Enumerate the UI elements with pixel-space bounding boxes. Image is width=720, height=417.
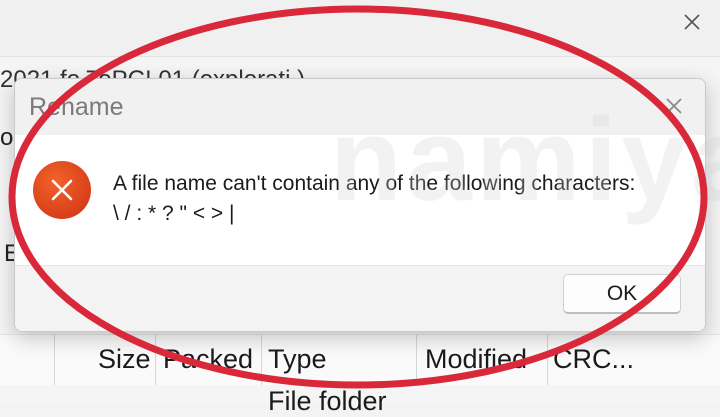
column-header-modified[interactable]: Modified <box>425 344 527 375</box>
column-header-crc[interactable]: CRC... <box>553 344 634 375</box>
dialog-body: A file name can't contain any of the fol… <box>15 135 705 265</box>
column-header-packed[interactable]: Packed <box>163 344 253 375</box>
background-side-letter-top: o <box>0 124 14 151</box>
column-header-type[interactable]: Type <box>268 344 327 375</box>
dialog-title: Rename <box>29 93 124 121</box>
file-row-type: File folder <box>268 386 387 416</box>
close-icon[interactable] <box>661 93 687 119</box>
column-header-size[interactable]: Size <box>98 344 151 375</box>
dialog-footer: OK <box>15 265 705 331</box>
error-message: A file name can't contain any of the fol… <box>113 169 635 229</box>
background-titlebar <box>0 0 720 57</box>
ok-button[interactable]: OK <box>563 274 681 314</box>
error-message-line-1: A file name can't contain any of the fol… <box>113 172 636 195</box>
file-list-header: Size Packed Type Modified CRC... <box>0 334 720 385</box>
dialog-titlebar: Rename <box>15 79 705 135</box>
background-close-icon[interactable] <box>682 12 702 32</box>
error-icon <box>33 161 91 219</box>
error-message-line-2: \ / : * ? " < > | <box>113 202 235 225</box>
rename-error-dialog: Rename A file name can't contain any of … <box>14 78 706 332</box>
